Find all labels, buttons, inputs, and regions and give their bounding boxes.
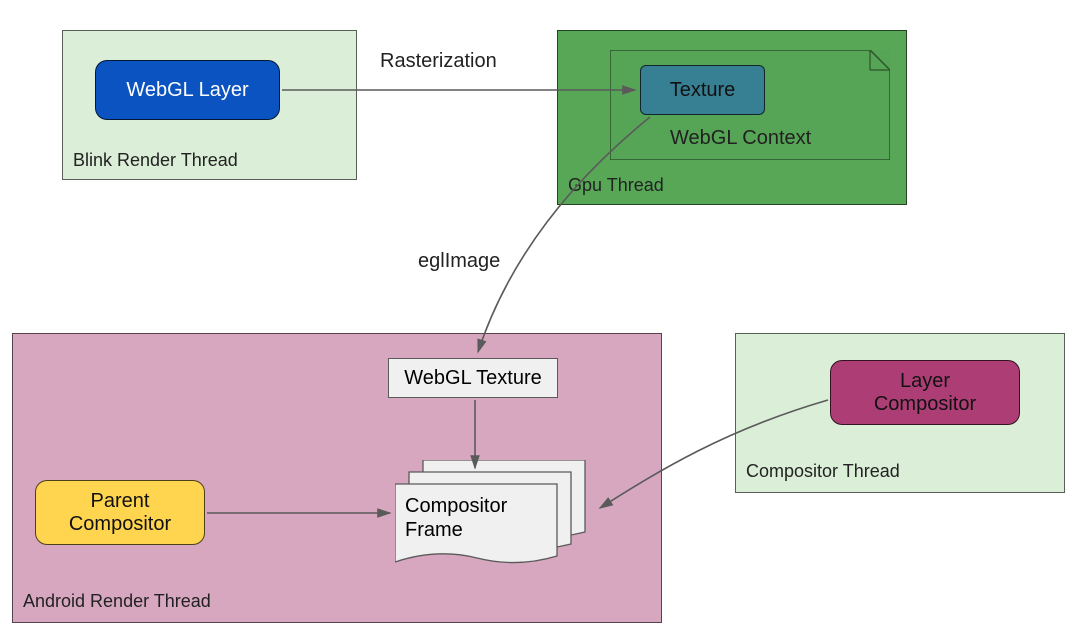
label-webgl-layer: WebGL Layer <box>126 79 248 102</box>
label-gpu-thread: Gpu Thread <box>568 175 664 196</box>
label-compositor-frame: Compositor Frame <box>405 494 507 542</box>
edge-label-eglimage: eglImage <box>418 250 500 273</box>
label-blink-render-thread: Blink Render Thread <box>73 150 238 171</box>
label-layer-compositor: Layer Compositor <box>874 370 976 416</box>
node-layer-compositor: Layer Compositor <box>830 360 1020 425</box>
node-webgl-layer: WebGL Layer <box>95 60 280 120</box>
edge-label-rasterization: Rasterization <box>380 50 497 73</box>
label-webgl-context: WebGL Context <box>670 127 811 150</box>
node-texture: Texture <box>640 65 765 115</box>
label-webgl-texture: WebGL Texture <box>404 367 541 390</box>
node-parent-compositor: Parent Compositor <box>35 480 205 545</box>
label-android-render-thread: Android Render Thread <box>23 591 211 612</box>
label-parent-compositor: Parent Compositor <box>69 490 171 536</box>
node-webgl-texture: WebGL Texture <box>388 358 558 398</box>
node-compositor-frame: Compositor Frame <box>395 460 595 570</box>
label-compositor-thread: Compositor Thread <box>746 461 900 482</box>
label-texture: Texture <box>670 79 736 102</box>
